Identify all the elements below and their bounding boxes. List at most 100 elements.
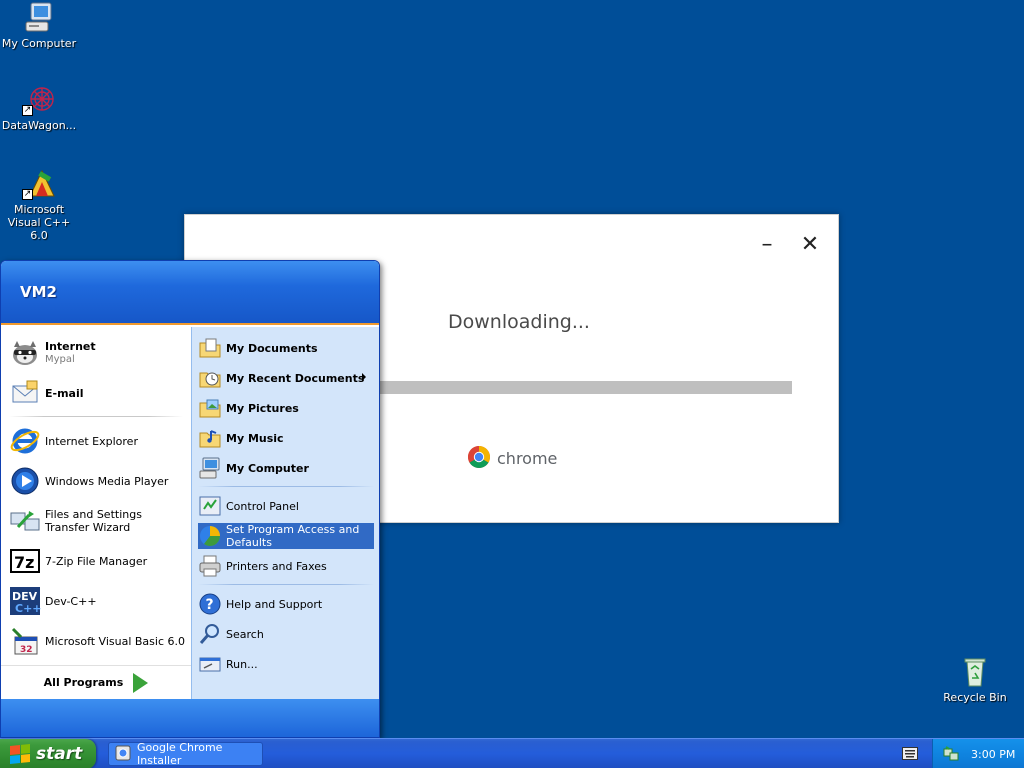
place-label: My Music: [226, 431, 284, 445]
desktop-icon-datawagon[interactable]: ↗ DataWagon...: [0, 84, 78, 132]
taskbar-button-label: Google Chrome Installer: [137, 741, 223, 767]
recycle-bin-icon: [958, 656, 992, 688]
desktop-icon-label: DataWagon...: [1, 119, 77, 132]
program-defaults-icon: [198, 524, 222, 548]
svg-text:?: ?: [206, 597, 214, 613]
program-label: Microsoft Visual Basic 6.0: [45, 634, 186, 648]
desktop-icon-recycle-bin[interactable]: Recycle Bin: [936, 656, 1014, 704]
download-progress-bar: [380, 381, 792, 394]
close-button[interactable]: ✕: [796, 234, 824, 256]
place-label: My Pictures: [226, 401, 299, 415]
visual-basic-icon: 32: [9, 625, 41, 657]
chrome-logo-icon: [467, 445, 491, 472]
all-programs-button[interactable]: All Programs: [1, 665, 191, 699]
program-label: Dev-C++: [45, 594, 97, 608]
control-panel-icon: [198, 494, 222, 518]
media-player-icon: [9, 465, 41, 497]
taskbar: start Google Chrome Installer 3:00 PM: [0, 738, 1024, 768]
run-item[interactable]: Run...: [198, 651, 374, 677]
shortcut-arrow-icon: ↗: [22, 105, 33, 116]
place-my-computer[interactable]: My Computer: [198, 455, 374, 481]
arrow-right-icon: [133, 672, 149, 693]
help-icon: ?: [198, 592, 222, 616]
pinned-internet[interactable]: Internet Mypal: [9, 335, 185, 371]
search-item[interactable]: Search: [198, 621, 374, 647]
pinned-label: Internet: [45, 340, 96, 353]
raccoon-browser-icon: [9, 337, 41, 369]
chrome-brand: chrome: [467, 445, 557, 472]
help-label: Search: [226, 627, 264, 641]
chevron-right-icon: [362, 373, 366, 381]
clock[interactable]: 3:00 PM: [971, 748, 1015, 761]
start-menu-header: VM2: [1, 261, 379, 325]
system-label: Printers and Faxes: [226, 559, 327, 573]
program-visual-basic[interactable]: 32 Microsoft Visual Basic 6.0: [9, 623, 185, 659]
help-and-support[interactable]: ? Help and Support: [198, 591, 374, 617]
pinned-label: E-mail: [45, 386, 84, 400]
run-icon: [198, 652, 222, 676]
visual-cpp-icon: ↗: [22, 168, 56, 200]
computer-icon: [198, 456, 222, 480]
svg-text:32: 32: [20, 645, 33, 655]
place-my-recent-documents[interactable]: My Recent Documents: [198, 365, 374, 391]
program-7zip[interactable]: 7z 7-Zip File Manager: [9, 543, 185, 579]
7zip-icon: 7z: [9, 545, 41, 577]
svg-text:C++: C++: [15, 602, 41, 615]
internet-explorer-icon: [9, 425, 41, 457]
taskbar-button-chrome-installer[interactable]: Google Chrome Installer: [108, 741, 263, 767]
download-progress-fill: [380, 381, 792, 394]
keyboard-icon[interactable]: [902, 747, 918, 760]
place-my-documents[interactable]: My Documents: [198, 335, 374, 361]
download-status-text: Downloading...: [448, 311, 590, 333]
transfer-wizard-icon: [9, 505, 41, 537]
help-label: Help and Support: [226, 597, 323, 611]
printer-icon: [198, 554, 222, 578]
separator: [198, 584, 374, 585]
desktop-icon-label: Microsoft Visual C++ 6.0: [7, 203, 71, 242]
desktop-icon-label: Recycle Bin: [943, 691, 1007, 704]
desktop-icon-label: My Computer: [1, 37, 77, 50]
program-label: Files and Settings Transfer Wizard: [45, 508, 142, 534]
program-label: Internet Explorer: [45, 434, 138, 448]
installer-app-icon: [115, 745, 131, 764]
program-windows-media-player[interactable]: Windows Media Player: [9, 463, 185, 499]
desktop-icon-my-computer[interactable]: My Computer: [0, 2, 78, 50]
devcpp-icon: DEV C++: [9, 585, 41, 617]
minimize-button[interactable]: –: [753, 234, 781, 256]
folder-pictures-icon: [198, 396, 222, 420]
datawagon-icon: ↗: [22, 84, 56, 116]
place-label: My Recent Documents: [226, 371, 365, 385]
network-icon[interactable]: [943, 745, 959, 764]
folder-documents-icon: [198, 336, 222, 360]
program-devcpp[interactable]: DEV C++ Dev-C++: [9, 583, 185, 619]
all-programs-label: All Programs: [43, 676, 124, 689]
recent-documents-icon: [198, 366, 222, 390]
program-internet-explorer[interactable]: Internet Explorer: [9, 423, 185, 459]
separator: [9, 416, 183, 417]
system-control-panel[interactable]: Control Panel: [198, 493, 374, 519]
user-name: VM2: [20, 283, 57, 301]
pinned-email[interactable]: E-mail: [9, 375, 185, 411]
pinned-sublabel: Mypal: [45, 354, 75, 365]
windows-logo-icon: [10, 743, 30, 765]
folder-music-icon: [198, 426, 222, 450]
system-label: Set Program Access and Defaults: [226, 523, 360, 549]
desktop-icon-visual-cpp[interactable]: ↗ Microsoft Visual C++ 6.0: [0, 168, 78, 242]
start-menu-programs-pane: Internet Mypal E-mail Internet Explorer …: [1, 327, 191, 699]
system-printers-faxes[interactable]: Printers and Faxes: [198, 553, 374, 579]
system-label: Control Panel: [226, 499, 299, 513]
computer-icon: [22, 2, 56, 34]
system-tray: 3:00 PM: [932, 739, 1024, 768]
start-button[interactable]: start: [0, 739, 96, 768]
system-set-program-access[interactable]: Set Program Access and Defaults: [198, 523, 374, 549]
start-menu-places-pane: My Documents My Recent Documents My Pict…: [191, 327, 379, 699]
program-label: 7-Zip File Manager: [45, 554, 148, 568]
start-menu-footer: [1, 699, 379, 737]
shortcut-arrow-icon: ↗: [22, 189, 33, 200]
place-my-pictures[interactable]: My Pictures: [198, 395, 374, 421]
start-label: start: [36, 744, 83, 764]
chrome-brand-text: chrome: [497, 449, 558, 468]
program-files-settings-transfer[interactable]: Files and Settings Transfer Wizard: [9, 503, 185, 539]
place-my-music[interactable]: My Music: [198, 425, 374, 451]
svg-text:7z: 7z: [14, 553, 34, 572]
